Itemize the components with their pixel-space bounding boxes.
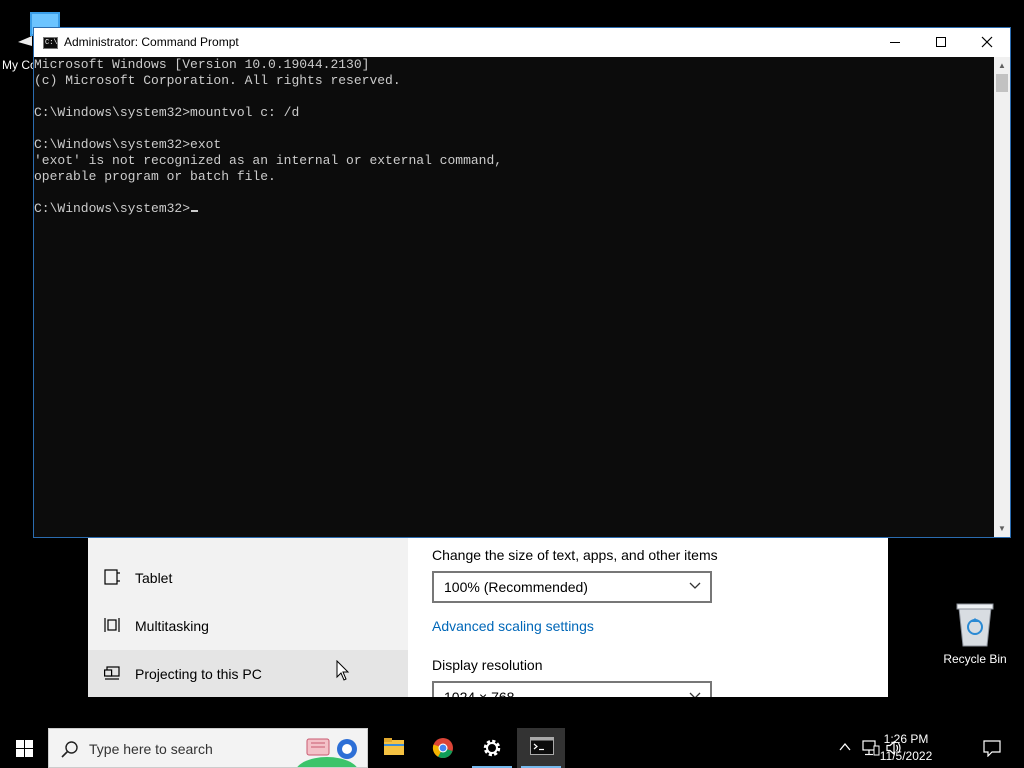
console-line: 'exot' is not recognized as an internal … [34,153,503,168]
notification-icon [983,740,1001,757]
cmd-app-icon: C:\ [43,37,58,49]
chevron-down-icon [689,692,701,697]
close-button[interactable] [964,28,1010,57]
nav-label: Multitasking [135,618,209,634]
clock-time: 1:26 PM [883,732,929,746]
resolution-dropdown-value: 1024 × 768 [444,689,515,697]
chevron-down-icon [689,582,701,589]
taskbar-file-explorer[interactable] [370,728,418,768]
start-button[interactable] [0,728,48,768]
vertical-scrollbar[interactable]: ▲ ▼ [994,57,1010,537]
chrome-icon [432,738,453,759]
command-prompt-window[interactable]: C:\ Administrator: Command Prompt Micros… [33,27,1011,538]
scale-dropdown[interactable]: 100% (Recommended) [432,571,712,603]
console-prompt: C:\Windows\system32> [34,201,191,216]
settings-nav-item-projecting[interactable]: Projecting to this PC [88,650,408,697]
search-placeholder: Type here to search [89,741,213,757]
desktop-icon-label: My Co [2,58,37,72]
action-center-button[interactable] [972,728,1012,768]
maximize-button[interactable] [918,28,964,57]
cmd-icon [530,737,554,755]
scroll-up-arrow-icon[interactable]: ▲ [994,57,1010,74]
scrollbar-thumb[interactable] [996,74,1008,92]
desktop-icon-recycle-bin[interactable]: Recycle Bin [940,600,1010,672]
settings-nav-item-tablet[interactable]: Tablet [88,554,408,602]
folder-icon [384,738,404,755]
taskbar-search-box[interactable]: Type here to search [48,728,368,768]
recycle-bin-icon [956,603,994,647]
taskbar-command-prompt[interactable] [517,728,565,768]
search-icon [61,741,78,758]
console-prompt-line[interactable]: C:\Windows\system32> [34,201,994,217]
cmd-icon-text: C:\ [45,39,58,47]
console-line: C:\Windows\system32>mountvol c: /d [34,105,300,120]
multitasking-icon [104,618,120,632]
tablet-icon [104,569,120,585]
console-line: Microsoft Windows [Version 10.0.19044.21… [34,57,370,72]
desktop-icon-label: Recycle Bin [943,652,1007,666]
gear-icon [483,739,501,757]
mouse-pointer-icon [336,660,350,681]
maximize-icon [936,37,946,47]
desktop: My Co Recycle Bin Tablet Multitasking Pr… [0,0,1024,768]
window-title: Administrator: Command Prompt [64,35,239,49]
search-highlight-illustration-icon [297,738,357,767]
settings-nav: Tablet Multitasking Projecting to this P… [88,538,408,697]
settings-nav-item-multitasking[interactable]: Multitasking [88,602,408,650]
scale-heading: Change the size of text, apps, and other… [432,547,718,563]
console-line: (c) Microsoft Corporation. All rights re… [34,73,401,88]
settings-window: Tablet Multitasking Projecting to this P… [88,538,888,697]
console-output[interactable]: Microsoft Windows [Version 10.0.19044.21… [34,57,994,537]
advanced-scaling-link[interactable]: Advanced scaling settings [432,618,594,634]
clock-date: 11/5/2022 [879,749,933,763]
settings-content: Change the size of text, apps, and other… [408,538,888,697]
nav-label: Tablet [135,570,173,586]
minimize-icon [890,42,900,43]
scale-dropdown-value: 100% (Recommended) [444,579,588,595]
scroll-down-arrow-icon[interactable]: ▼ [994,520,1010,537]
taskbar: Type here to search 1:26 PM 11/5/2022 [0,728,1024,768]
resolution-dropdown[interactable]: 1024 × 768 [432,681,712,697]
close-icon [981,36,993,48]
text-cursor [191,210,199,212]
projecting-icon [104,666,120,680]
taskbar-chrome[interactable] [419,728,467,768]
taskbar-clock[interactable]: 1:26 PM 11/5/2022 [866,731,946,765]
nav-label: Projecting to this PC [135,666,262,682]
window-titlebar[interactable]: C:\ Administrator: Command Prompt [34,28,1010,57]
console-line: C:\Windows\system32>exot [34,137,222,152]
windows-logo-icon [16,740,33,757]
resolution-heading: Display resolution [432,657,543,673]
minimize-button[interactable] [872,28,918,57]
taskbar-settings[interactable] [468,728,516,768]
console-line: operable program or batch file. [34,169,276,184]
chevron-up-icon[interactable] [838,740,852,754]
